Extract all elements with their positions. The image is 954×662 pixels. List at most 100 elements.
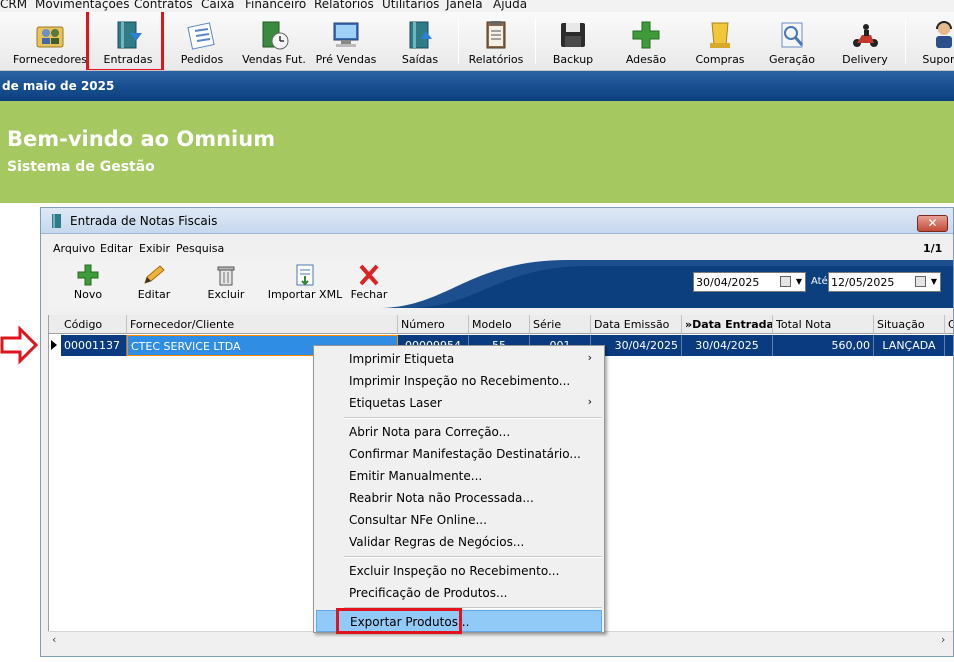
- menu-ajuda[interactable]: Ajuda: [493, 0, 527, 11]
- date-band: de maio de 2025: [0, 71, 954, 101]
- ctx-confirmar-manifestacao[interactable]: Confirmar Manifestação Destinatário...: [316, 443, 602, 465]
- trash-icon: [217, 266, 235, 286]
- toolbar-label: Suporte: [922, 53, 954, 66]
- menu-relatorios[interactable]: Relatórios: [314, 0, 374, 11]
- col-data-emissao[interactable]: Data Emissão: [591, 315, 682, 334]
- date-from-value: 30/04/2025: [696, 276, 760, 289]
- purchases-icon: [710, 22, 730, 48]
- pointer-arrow-icon: [0, 325, 39, 365]
- scroll-left-icon[interactable]: ‹: [52, 633, 56, 646]
- col-modelo[interactable]: Modelo: [469, 315, 530, 334]
- ctx-label: Consultar NFe Online...: [349, 513, 487, 527]
- date-to-picker[interactable]: 12/05/2025 ▼: [828, 272, 941, 292]
- toolbar-button-saidas[interactable]: Saídas: [388, 12, 452, 70]
- dialog-menu-pesquisa[interactable]: Pesquisa: [176, 242, 224, 255]
- ctx-imprimir-etiqueta[interactable]: Imprimir Etiqueta ›: [316, 348, 602, 370]
- col-extra[interactable]: C: [945, 315, 953, 334]
- dialog-menu-editar[interactable]: Editar: [100, 242, 133, 255]
- ctx-label: Abrir Nota para Correção...: [349, 425, 511, 439]
- col-codigo[interactable]: Código: [61, 315, 127, 334]
- submenu-arrow-icon: ›: [587, 351, 592, 364]
- ctx-separator: [344, 417, 602, 419]
- menu-crm[interactable]: CRM: [0, 0, 27, 11]
- submenu-arrow-icon: ›: [587, 395, 592, 408]
- chevron-down-icon: ▼: [795, 277, 802, 286]
- main-menubar: CRM Movimentações Contratos Caixa Financ…: [0, 0, 954, 12]
- horizontal-scrollbar[interactable]: ‹ ›: [48, 631, 953, 648]
- suppliers-icon: [36, 26, 64, 48]
- page-indicator: 1/1: [923, 242, 943, 255]
- col-situacao[interactable]: Situação: [874, 315, 945, 334]
- ctx-label: Reabrir Nota não Processada...: [349, 491, 534, 505]
- menu-janela[interactable]: Janela: [446, 0, 483, 11]
- date-from-picker[interactable]: 30/04/2025 ▼: [693, 272, 806, 292]
- date-to-value: 12/05/2025: [831, 276, 895, 289]
- cell-situacao: LANÇADA: [874, 335, 945, 356]
- import-xml-icon: [296, 264, 314, 286]
- ctx-label: Validar Regras de Negócios...: [349, 535, 525, 549]
- ctx-validar-regras[interactable]: Validar Regras de Negócios...: [316, 531, 602, 553]
- chevron-down-icon: ▼: [930, 277, 937, 286]
- ctx-abrir-nota-correcao[interactable]: Abrir Nota para Correção...: [316, 421, 602, 443]
- ctx-label: Imprimir Inspeção no Recebimento...: [349, 374, 571, 388]
- entries-icon: [52, 214, 61, 228]
- ctx-etiquetas-laser[interactable]: Etiquetas Laser ›: [316, 392, 602, 414]
- ctx-exportar-produtos[interactable]: Exportar Produtos...: [316, 610, 602, 632]
- ctx-label: Emitir Manualmente...: [349, 469, 483, 483]
- ctx-precificacao[interactable]: Precificação de Produtos...: [316, 582, 602, 604]
- welcome-subtitle: Sistema de Gestão: [7, 159, 155, 175]
- welcome-title: Bem-vindo ao Omnium: [7, 127, 276, 151]
- close-x-icon: [359, 264, 379, 286]
- ctx-reabrir-nota[interactable]: Reabrir Nota não Processada...: [316, 487, 602, 509]
- col-fornecedor[interactable]: Fornecedor/Cliente: [127, 315, 398, 334]
- cell-total-nota: 560,00: [773, 335, 874, 356]
- toolbar-button-delivery[interactable]: Delivery: [833, 12, 897, 70]
- dialog-menu-exibir[interactable]: Exibir: [139, 242, 170, 255]
- ctx-label: Precificação de Produtos...: [349, 586, 508, 600]
- ctx-label: Confirmar Manifestação Destinatário...: [349, 447, 581, 461]
- orders-icon: [187, 22, 215, 50]
- add-icon: [77, 264, 99, 286]
- dialog-titlebar[interactable]: Entrada de Notas Fiscais ✕: [41, 208, 953, 234]
- menu-caixa[interactable]: Caixa: [201, 0, 235, 11]
- ctx-separator: [344, 607, 602, 609]
- ctx-label: Excluir Inspeção no Recebimento...: [349, 564, 560, 578]
- col-data-entrada[interactable]: »Data Entrada: [682, 315, 773, 334]
- menu-financeiro[interactable]: Financeiro: [245, 0, 306, 11]
- dialog-title: Entrada de Notas Fiscais: [70, 214, 218, 228]
- ctx-emitir-manualmente[interactable]: Emitir Manualmente...: [316, 465, 602, 487]
- menu-contratos[interactable]: Contratos: [134, 0, 193, 11]
- toolbar-button-relatorios[interactable]: Relatórios: [464, 12, 528, 70]
- ctx-consultar-nfe[interactable]: Consultar NFe Online...: [316, 509, 602, 531]
- ctx-excluir-inspecao[interactable]: Excluir Inspeção no Recebimento...: [316, 560, 602, 582]
- outputs-icon: [409, 21, 432, 49]
- current-date: de maio de 2025: [2, 79, 115, 93]
- support-icon: [936, 21, 952, 48]
- col-numero[interactable]: Número: [398, 315, 469, 334]
- dialog-menu-arquivo[interactable]: Arquivo: [53, 242, 95, 255]
- ctx-imprimir-inspecao[interactable]: Imprimir Inspeção no Recebimento...: [316, 370, 602, 392]
- reports-icon: [486, 21, 506, 49]
- fechar-label: Fechar: [350, 288, 388, 301]
- grid-header: Código Fornecedor/Cliente Número Modelo …: [49, 315, 953, 334]
- cell-data-entrada: 30/04/2025: [682, 335, 773, 356]
- menu-utilitarios[interactable]: Utilitários: [382, 0, 439, 11]
- entries-icon: [117, 21, 142, 49]
- ctx-separator: [344, 556, 602, 558]
- toolbar-button-fornecedores[interactable]: Fornecedores: [13, 12, 87, 70]
- col-total-nota[interactable]: Total Nota: [773, 315, 874, 334]
- menu-movimentacoes[interactable]: Movimentações: [35, 0, 129, 11]
- backup-icon: [561, 23, 585, 47]
- toolbar-button-suporte[interactable]: Suporte: [912, 12, 954, 70]
- dialog-close-button[interactable]: ✕: [917, 215, 948, 232]
- col-serie[interactable]: Série: [530, 315, 591, 334]
- generation-icon: [781, 22, 804, 48]
- welcome-banner: Bem-vindo ao Omnium Sistema de Gestão: [0, 101, 954, 203]
- main-toolbar: Fornecedores Entradas Pedidos Vendas Fut…: [0, 12, 954, 71]
- date-range-separator: Até: [811, 276, 828, 287]
- calendar-icon: [915, 276, 926, 287]
- future-sales-icon: [262, 21, 289, 50]
- fechar-button[interactable]: Fechar: [344, 260, 394, 306]
- scroll-right-icon[interactable]: ›: [941, 633, 945, 646]
- ctx-label: Etiquetas Laser: [349, 396, 442, 410]
